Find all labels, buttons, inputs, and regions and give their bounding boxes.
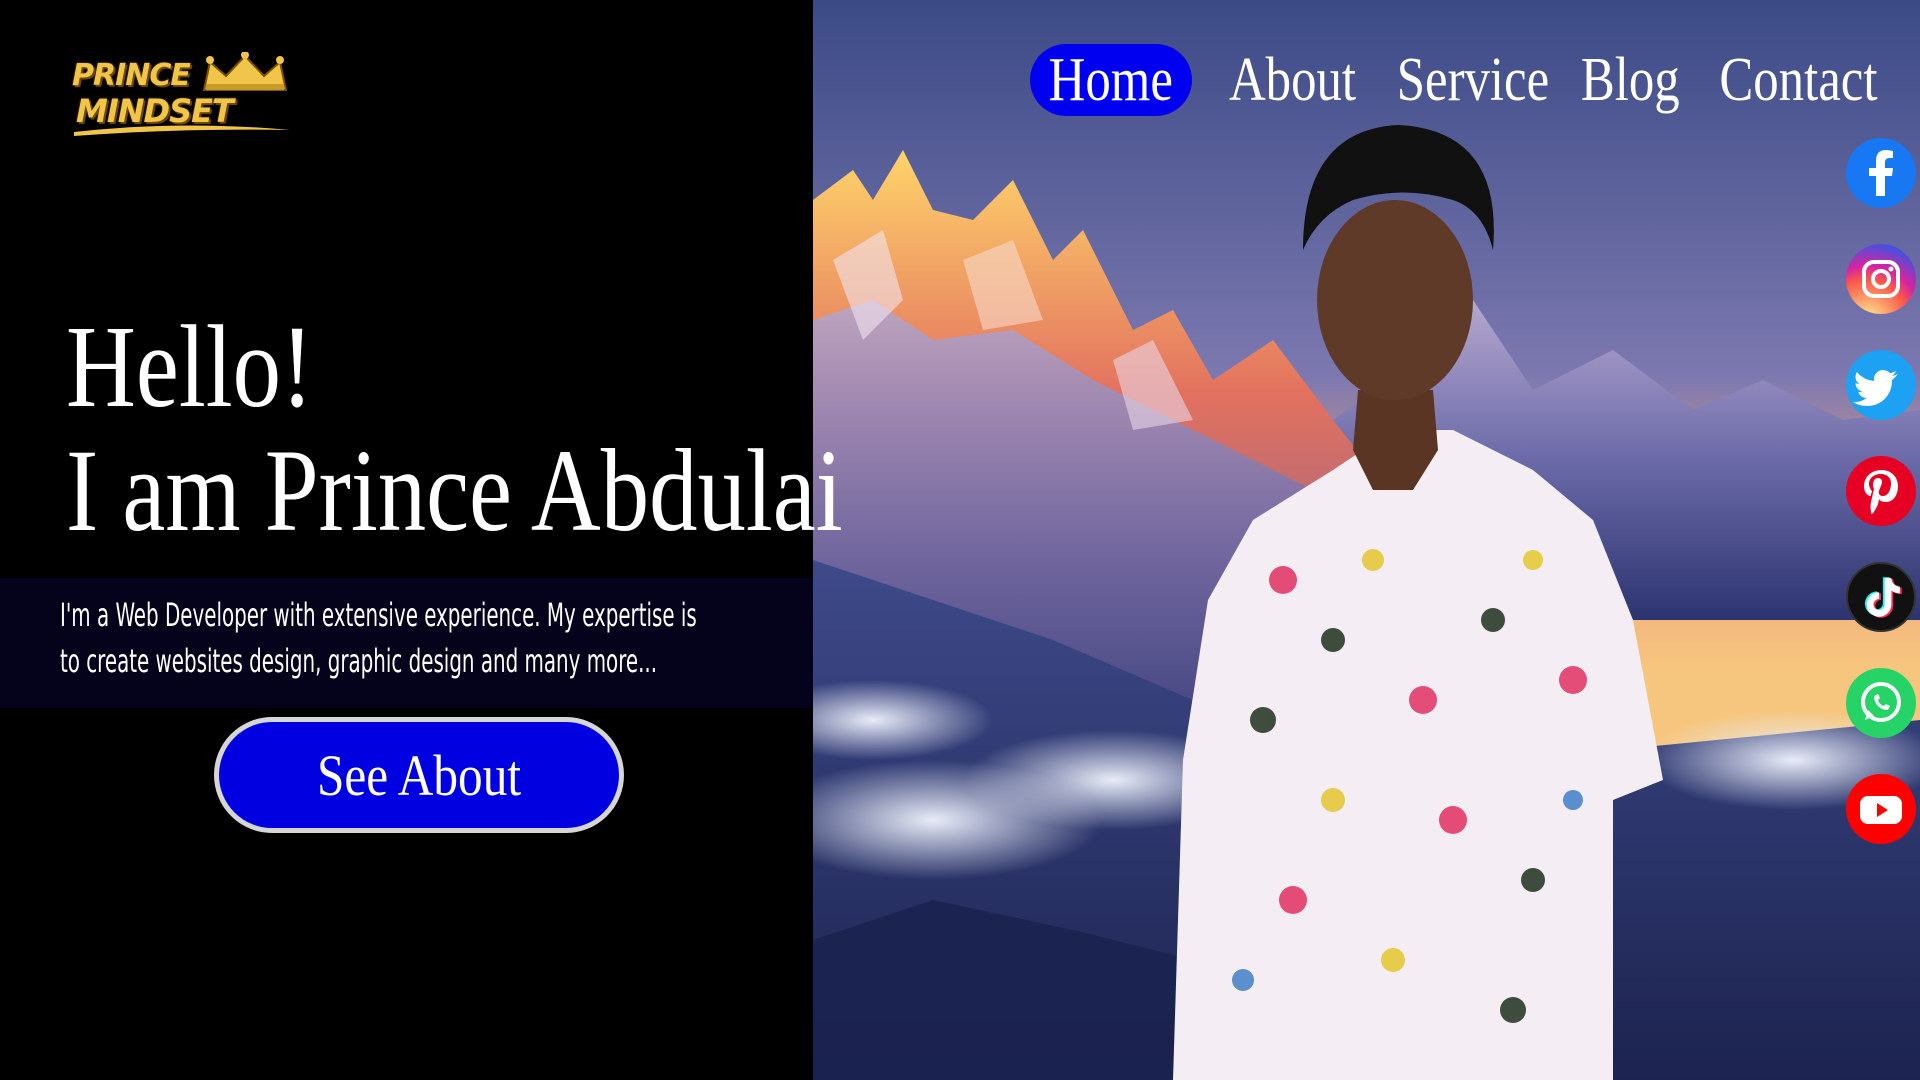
hero-description: I'm a Web Developer with extensive exper… bbox=[60, 596, 697, 680]
hero-headline: Hello! I am Prince Abdulai bbox=[66, 305, 843, 553]
crown-icon bbox=[202, 52, 288, 91]
hero-intro: I am Prince Abdulai bbox=[66, 425, 843, 556]
facebook-icon[interactable] bbox=[1846, 138, 1916, 208]
logo-swoosh-icon bbox=[74, 125, 290, 136]
nav-home-label: Home bbox=[1048, 46, 1174, 114]
hero-background-image bbox=[813, 0, 1920, 1080]
nav-about-label: About bbox=[1228, 46, 1357, 114]
pinterest-icon[interactable] bbox=[1846, 456, 1916, 526]
nav-service[interactable]: Service bbox=[1380, 44, 1550, 116]
logo-text-prince: PRINCE bbox=[72, 58, 191, 93]
see-about-label: See About bbox=[316, 742, 522, 808]
nav-home[interactable]: Home bbox=[1030, 44, 1192, 116]
whatsapp-icon[interactable] bbox=[1846, 668, 1916, 738]
nav-blog-label: Blog bbox=[1580, 46, 1680, 114]
tiktok-icon[interactable] bbox=[1846, 562, 1916, 632]
instagram-icon[interactable] bbox=[1846, 244, 1916, 314]
nav-blog[interactable]: Blog bbox=[1570, 44, 1680, 116]
hero-greeting: Hello! bbox=[66, 301, 314, 432]
youtube-icon[interactable] bbox=[1846, 774, 1916, 844]
nav-about[interactable]: About bbox=[1215, 44, 1356, 116]
nav-contact[interactable]: Contact bbox=[1702, 44, 1877, 116]
brand-logo[interactable]: PRINCE MINDSET bbox=[70, 52, 295, 142]
nav-service-label: Service bbox=[1396, 46, 1550, 114]
see-about-button[interactable]: See About bbox=[214, 717, 624, 833]
twitter-icon[interactable] bbox=[1846, 350, 1916, 420]
landing-page: PRINCE MINDSET Home About Service Blog C… bbox=[0, 0, 1920, 1080]
nav-contact-label: Contact bbox=[1719, 46, 1878, 114]
